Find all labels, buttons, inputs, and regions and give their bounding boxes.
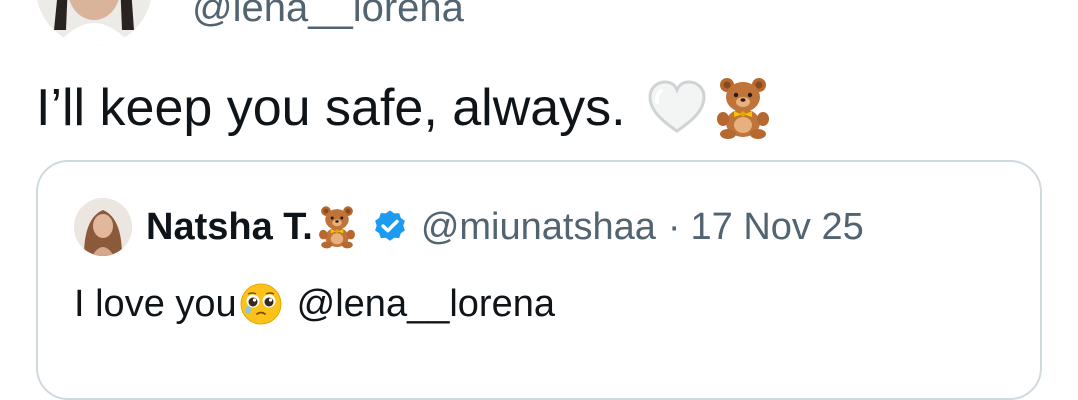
pleading-face-icon (239, 282, 283, 326)
quoted-author-name[interactable]: Natsha T. (146, 206, 313, 249)
author-handle[interactable]: @lena__lorena (192, 0, 464, 31)
author-avatar[interactable] (36, 0, 152, 46)
separator-dot: · (667, 205, 681, 248)
teddy-bear-icon (714, 77, 772, 139)
quoted-tweet-header: Natsha T. @miunatshaa · 17 Nov 25 (74, 197, 864, 257)
quoted-tweet-card[interactable]: Natsha T. @miunatshaa · 17 Nov 25 I love… (36, 160, 1042, 400)
avatar-photo-icon (36, 0, 152, 46)
verified-badge-icon (371, 208, 409, 246)
tweet-text: I’ll keep you safe, always. (36, 76, 772, 140)
quoted-tweet-text: I love you @lena__lorena (74, 280, 555, 328)
quoted-tweet-text-content: I love you (74, 283, 237, 325)
mention-link[interactable]: @lena__lorena (297, 280, 555, 328)
white-heart-icon (646, 77, 708, 139)
quoted-author-avatar[interactable] (74, 198, 132, 256)
tweet-text-content: I’ll keep you safe, always. (36, 79, 626, 137)
quoted-tweet-date[interactable]: 17 Nov 25 (691, 206, 864, 249)
teddy-bear-icon (317, 204, 357, 250)
avatar-photo-icon (74, 198, 132, 256)
quoted-author-handle[interactable]: @miunatshaa (421, 206, 656, 249)
